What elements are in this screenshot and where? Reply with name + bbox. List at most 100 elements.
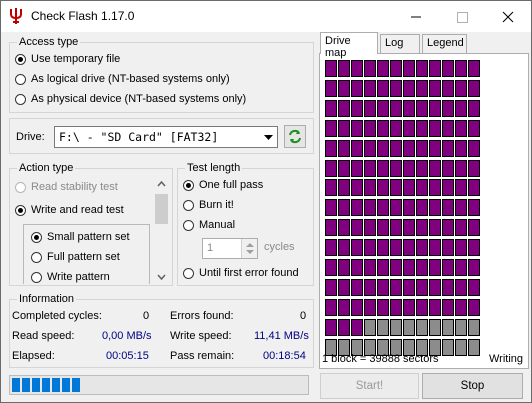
flash-icon	[10, 8, 22, 24]
access-temp-file-label[interactable]: Use temporary file	[31, 53, 120, 65]
block-written	[338, 279, 350, 296]
until-error-radio[interactable]	[183, 268, 194, 279]
until-error-label[interactable]: Until first error found	[199, 267, 299, 279]
block-written	[351, 319, 363, 336]
tab-legend[interactable]: Legend	[422, 34, 467, 53]
errors-found-label: Errors found:	[170, 310, 234, 322]
block-written	[390, 160, 402, 177]
block-written	[377, 239, 389, 256]
block-written	[390, 259, 402, 276]
block-written	[455, 259, 467, 276]
scroll-thumb[interactable]	[155, 194, 168, 224]
block-pending	[390, 319, 402, 336]
block-written	[468, 299, 480, 316]
burn-it-label[interactable]: Burn it!	[199, 199, 234, 211]
block-written	[364, 279, 376, 296]
block-written	[468, 219, 480, 236]
stop-button[interactable]: Stop	[422, 373, 523, 399]
chevron-down-icon[interactable]	[260, 127, 277, 147]
access-temp-file-radio[interactable]	[15, 54, 26, 65]
block-written	[325, 179, 337, 196]
block-written	[364, 199, 376, 216]
block-written	[325, 259, 337, 276]
access-logical-drive-radio[interactable]	[15, 74, 26, 85]
block-written	[468, 140, 480, 157]
progress-segment	[42, 378, 50, 392]
block-written	[416, 60, 428, 77]
write-read-label[interactable]: Write and read test	[31, 204, 124, 216]
one-pass-radio[interactable]	[183, 180, 194, 191]
block-written	[390, 279, 402, 296]
block-written	[416, 100, 428, 117]
block-pending	[403, 319, 415, 336]
block-written	[338, 319, 350, 336]
block-written	[390, 80, 402, 97]
access-physical-device-radio[interactable]	[15, 94, 26, 105]
block-written	[351, 160, 363, 177]
full-pattern-label[interactable]: Full pattern set	[47, 251, 120, 263]
block-pending	[442, 319, 454, 336]
access-logical-drive-label[interactable]: As logical drive (NT-based systems only)	[31, 73, 230, 85]
status-text: Writing	[489, 353, 524, 365]
block-written	[351, 140, 363, 157]
minimize-button[interactable]	[393, 1, 439, 32]
progress-bar	[9, 375, 309, 395]
block-written	[325, 100, 337, 117]
cycles-spinner[interactable]: 1	[202, 238, 258, 259]
write-read-radio[interactable]	[15, 205, 26, 216]
block-written	[403, 120, 415, 137]
write-pattern-label[interactable]: Write pattern	[47, 271, 110, 283]
cycles-spin-buttons[interactable]	[241, 239, 257, 258]
scroll-down-icon[interactable]	[154, 269, 169, 284]
action-scrollbar[interactable]	[154, 177, 169, 284]
small-pattern-radio[interactable]	[31, 232, 42, 243]
spin-arrows-icon[interactable]	[242, 239, 258, 258]
refresh-button[interactable]	[284, 125, 306, 148]
manual-label[interactable]: Manual	[199, 219, 235, 231]
block-written	[429, 219, 441, 236]
block-written	[364, 239, 376, 256]
block-pending	[429, 319, 441, 336]
block-written	[442, 199, 454, 216]
one-pass-label[interactable]: One full pass	[199, 179, 263, 191]
block-written	[455, 199, 467, 216]
block-written	[325, 319, 337, 336]
close-icon	[502, 11, 514, 23]
block-written	[377, 179, 389, 196]
read-stability-radio[interactable]	[15, 182, 26, 193]
block-written	[351, 60, 363, 77]
block-written	[442, 279, 454, 296]
tab-log[interactable]: Log	[380, 34, 420, 53]
block-written	[429, 179, 441, 196]
drive-select[interactable]: F:\ - "SD Card" [FAT32]	[54, 126, 278, 148]
access-physical-device-label[interactable]: As physical device (NT-based systems onl…	[31, 93, 246, 105]
manual-radio[interactable]	[183, 220, 194, 231]
block-written	[468, 80, 480, 97]
small-pattern-label[interactable]: Small pattern set	[47, 231, 130, 243]
block-written	[351, 199, 363, 216]
block-written	[442, 100, 454, 117]
block-written	[416, 219, 428, 236]
block-written	[377, 100, 389, 117]
access-type-legend: Access type	[17, 35, 81, 49]
start-button[interactable]: Start!	[320, 373, 419, 399]
block-written	[338, 140, 350, 157]
block-written	[325, 279, 337, 296]
block-written	[455, 140, 467, 157]
read-stability-label[interactable]: Read stability test	[31, 181, 118, 193]
full-pattern-radio[interactable]	[31, 252, 42, 263]
write-speed-label: Write speed:	[170, 330, 232, 342]
burn-it-radio[interactable]	[183, 200, 194, 211]
block-written	[403, 160, 415, 177]
close-button[interactable]	[485, 1, 531, 32]
block-written	[455, 299, 467, 316]
block-written	[429, 299, 441, 316]
block-written	[416, 199, 428, 216]
write-pattern-radio[interactable]	[31, 272, 42, 283]
block-written	[390, 120, 402, 137]
scroll-up-icon[interactable]	[154, 177, 169, 192]
block-written	[429, 259, 441, 276]
drive-select-value: F:\ - "SD Card" [FAT32]	[59, 130, 219, 144]
tab-drive-map[interactable]: Drive map	[320, 32, 378, 59]
maximize-button[interactable]	[439, 1, 485, 32]
